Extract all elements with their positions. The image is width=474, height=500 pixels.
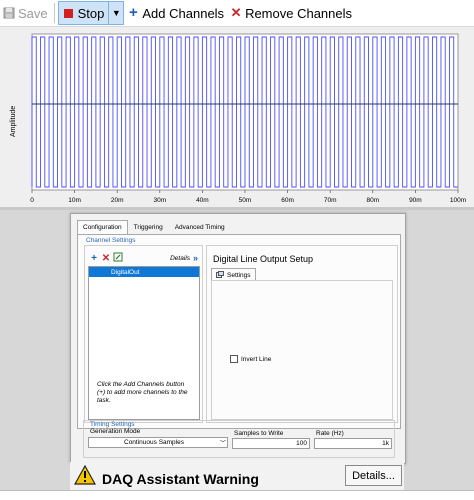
settings-icon <box>216 270 224 280</box>
save-label: Save <box>18 5 48 21</box>
x-tick-label: 40m <box>196 197 209 204</box>
x-tick-label: 50m <box>239 197 252 204</box>
timing-settings-title: Timing Settings <box>90 421 135 428</box>
stop-icon <box>63 7 75 19</box>
add-channels-label: Add Channels <box>142 5 225 21</box>
add-channel-button[interactable]: + <box>88 253 100 264</box>
floppy-disk-icon <box>3 7 15 19</box>
settings-tab-label: Settings <box>227 271 251 279</box>
warning-bar: DAQ Assistant Warning Details... <box>70 462 404 490</box>
waveform-plot: 0 10m 20m 30m 40m 50m 60m 70m 80m 90m 100m <box>30 33 466 204</box>
remove-channels-button[interactable]: ✕ Remove Channels <box>227 1 355 25</box>
stop-dropdown-button[interactable]: ▼ <box>109 1 125 25</box>
timing-settings-group: Timing Settings Generation Mode Continuo… <box>83 420 395 458</box>
close-icon: ✕ <box>101 252 111 264</box>
details-expand-button[interactable]: » <box>193 253 198 263</box>
invert-line-checkbox[interactable]: Invert Line <box>230 355 271 363</box>
generation-mode-select[interactable]: Continuous Samples ﹀ <box>88 437 228 448</box>
chevron-down-icon: ▼ <box>111 8 121 18</box>
x-tick-label: 90m <box>409 197 422 204</box>
channel-list[interactable]: DigitalOut Click the Add Channels button… <box>88 266 200 420</box>
series-line <box>31 36 458 188</box>
invert-line-label: Invert Line <box>241 355 272 363</box>
channel-toolbar: + ✕ Details » <box>88 252 198 264</box>
generation-mode-value: Continuous Samples <box>124 439 184 446</box>
stop-label: Stop <box>77 5 105 21</box>
config-tabs: Configuration Triggering Advanced Timing <box>77 220 231 234</box>
generation-mode-label: Generation Mode <box>90 428 141 435</box>
digital-output-panel: Digital Line Output Setup Settings Inver… <box>206 245 398 423</box>
chevron-down-icon: ﹀ <box>219 441 226 447</box>
samples-to-write-label: Samples to Write <box>234 430 284 437</box>
x-tick-label: 10m <box>68 197 81 204</box>
close-icon: ✕ <box>230 5 242 20</box>
tab-configuration[interactable]: Configuration <box>77 220 128 234</box>
x-tick-label: 70m <box>324 197 337 204</box>
x-tick-label: 100m <box>450 197 466 204</box>
digital-output-title: Digital Line Output Setup <box>213 254 314 264</box>
remove-channels-label: Remove Channels <box>245 5 353 21</box>
details-label: Details <box>170 254 190 262</box>
plus-icon: + <box>91 252 97 264</box>
rate-label: Rate (Hz) <box>316 430 344 437</box>
details-button[interactable]: Details... <box>345 465 402 486</box>
channel-settings-group: + ✕ Details » DigitalOut Click the Add C… <box>84 245 203 423</box>
channel-help-text: Click the Add Channels button (+) to add… <box>97 381 188 404</box>
tab-triggering[interactable]: Triggering <box>128 220 169 234</box>
warning-title: DAQ Assistant Warning <box>102 471 259 487</box>
rename-icon <box>113 252 123 265</box>
x-tick-label: 20m <box>111 197 124 204</box>
configuration-tab-body: Channel Settings + ✕ Details » DigitalOu… <box>77 234 401 429</box>
x-tick-label: 30m <box>153 197 166 204</box>
warning-icon <box>73 464 97 490</box>
remove-channel-button[interactable]: ✕ <box>100 253 112 264</box>
add-channels-button[interactable]: + Add Channels <box>124 1 227 25</box>
configuration-panel: Configuration Triggering Advanced Timing… <box>70 213 406 464</box>
stop-button[interactable]: Stop <box>57 1 110 25</box>
save-button[interactable]: Save <box>0 1 51 25</box>
settings-content: Invert Line <box>211 280 393 420</box>
x-tick-label: 80m <box>366 197 379 204</box>
y-axis-label: Amplitude <box>10 105 17 137</box>
waveform-graph: 0 10m 20m 30m 40m 50m 60m 70m 80m 90m 100m Amplitu… <box>0 27 474 207</box>
x-tick-label: 0 <box>30 197 34 204</box>
rename-channel-button[interactable] <box>112 252 124 265</box>
toolbar-separator <box>53 3 55 23</box>
toolbar: Save Stop ▼ + Add Channels ✕ Remove Chan… <box>0 0 474 27</box>
checkbox-box[interactable] <box>230 355 238 363</box>
plus-icon: + <box>129 4 138 21</box>
x-tick-label: 60m <box>281 197 294 204</box>
rate-input[interactable]: 1k <box>314 438 392 449</box>
channel-settings-title: Channel Settings <box>86 237 136 244</box>
samples-to-write-input[interactable]: 100 <box>232 438 310 449</box>
tab-advanced-timing[interactable]: Advanced Timing <box>169 220 231 234</box>
list-item[interactable]: DigitalOut <box>89 267 199 277</box>
